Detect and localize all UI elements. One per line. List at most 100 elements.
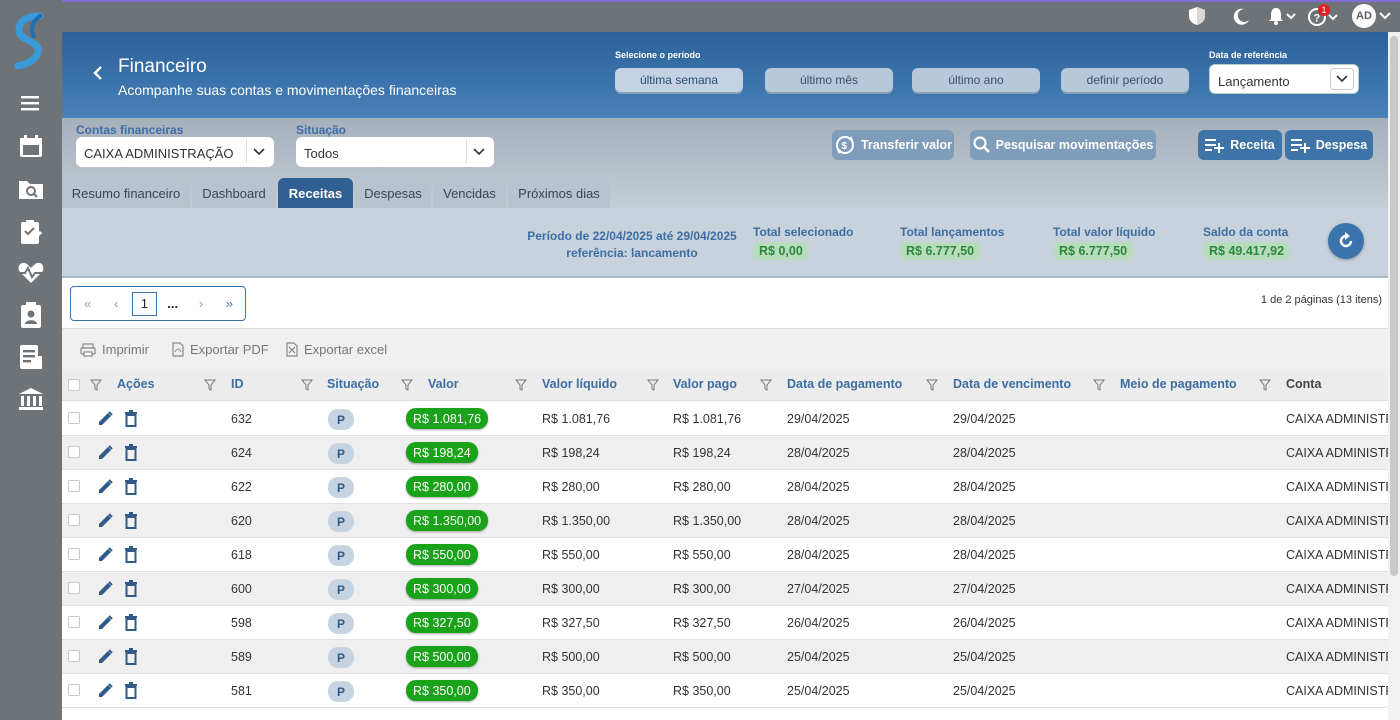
trash-icon[interactable]	[124, 648, 140, 671]
period-last-month-button[interactable]: último mês	[765, 68, 893, 92]
status-select[interactable]: Todos	[296, 137, 494, 167]
chevron-down-icon[interactable]	[246, 140, 270, 163]
edit-icon[interactable]	[96, 478, 114, 501]
column-paid-value[interactable]: Valor pago	[673, 377, 737, 391]
refresh-button[interactable]	[1328, 223, 1364, 259]
filter-icon[interactable]	[400, 378, 414, 396]
filter-icon[interactable]	[89, 378, 103, 396]
clipboard-check-icon[interactable]	[15, 217, 47, 247]
edit-icon[interactable]	[96, 648, 114, 671]
table-row[interactable]: 624 P R$ 198,24 R$ 198,24 R$ 198,24 28/04/202…	[62, 436, 1388, 470]
back-arrow-icon[interactable]	[92, 64, 104, 87]
tab-summary[interactable]: Resumo financeiro	[62, 178, 190, 208]
shield-icon[interactable]	[1186, 4, 1208, 28]
filter-icon[interactable]	[759, 378, 773, 396]
accounts-select[interactable]: CAIXA ADMINISTRAÇÃO	[76, 137, 274, 167]
row-checkbox[interactable]	[68, 514, 80, 526]
filter-icon[interactable]	[300, 378, 314, 396]
search-transactions-button[interactable]: Pesquisar movimentações	[970, 130, 1156, 160]
trash-icon[interactable]	[124, 546, 140, 569]
table-row[interactable]: 589 P R$ 500,00 R$ 500,00 R$ 500,00 25/04/202…	[62, 640, 1388, 674]
row-checkbox[interactable]	[68, 480, 80, 492]
period-custom-button[interactable]: definir período	[1061, 68, 1189, 92]
tab-overdue[interactable]: Vencidas	[433, 178, 506, 208]
tab-income[interactable]: Receitas	[278, 178, 353, 208]
column-payment-date[interactable]: Data de pagamento	[787, 377, 902, 391]
tab-upcoming[interactable]: Próximos dias	[508, 178, 610, 208]
trash-icon[interactable]	[124, 580, 140, 603]
chevron-down-icon[interactable]	[1330, 68, 1354, 90]
filter-icon[interactable]	[203, 378, 217, 396]
transfer-button[interactable]: $ Transferir valor	[832, 130, 954, 160]
folder-search-icon[interactable]	[15, 174, 47, 204]
add-income-button[interactable]: Receita	[1198, 130, 1282, 160]
column-id[interactable]: ID	[231, 377, 244, 391]
edit-icon[interactable]	[96, 614, 114, 637]
row-checkbox[interactable]	[68, 446, 80, 458]
chevron-down-icon[interactable]	[1378, 4, 1392, 28]
report-icon[interactable]	[15, 342, 47, 372]
filter-icon[interactable]	[1258, 378, 1272, 396]
edit-icon[interactable]	[96, 444, 114, 467]
select-all-checkbox[interactable]	[68, 379, 80, 391]
row-checkbox[interactable]	[68, 616, 80, 628]
column-account[interactable]: Conta	[1286, 377, 1321, 391]
column-status[interactable]: Situação	[327, 377, 379, 391]
bell-icon[interactable]	[1266, 4, 1298, 28]
column-payment-method[interactable]: Meio de pagamento	[1120, 377, 1237, 391]
edit-icon[interactable]	[96, 546, 114, 569]
moon-icon[interactable]	[1230, 4, 1252, 28]
bank-icon[interactable]	[15, 384, 47, 414]
trash-icon[interactable]	[124, 614, 140, 637]
edit-icon[interactable]	[96, 580, 114, 603]
reference-date-select[interactable]: Lançamento	[1209, 64, 1359, 94]
table-row[interactable]: 581 P R$ 350,00 R$ 350,00 R$ 350,00 25/04/202…	[62, 674, 1388, 708]
print-button[interactable]: Imprimir	[80, 342, 149, 357]
tab-dashboard[interactable]: Dashboard	[192, 178, 276, 208]
filter-icon[interactable]	[514, 378, 528, 396]
column-actions[interactable]: Ações	[117, 377, 155, 391]
app-logo[interactable]	[10, 12, 50, 70]
heart-pulse-icon[interactable]	[15, 258, 47, 288]
calendar-icon[interactable]	[15, 131, 47, 161]
trash-icon[interactable]	[124, 682, 140, 705]
table-row[interactable]: 632 P R$ 1.081,76 R$ 1.081,76 R$ 1.081,76 29/…	[62, 402, 1388, 436]
page-prev-button[interactable]: ‹	[103, 292, 128, 316]
tab-expenses[interactable]: Despesas	[355, 178, 431, 208]
edit-icon[interactable]	[96, 410, 114, 433]
scrollbar-thumb[interactable]	[1390, 36, 1398, 576]
filter-icon[interactable]	[646, 378, 660, 396]
column-net-value[interactable]: Valor líquido	[542, 377, 617, 391]
export-excel-button[interactable]: Exportar excel	[286, 342, 387, 357]
table-row[interactable]: 620 P R$ 1.350,00 R$ 1.350,00 R$ 1.350,00 28/…	[62, 504, 1388, 538]
period-last-year-button[interactable]: último ano	[912, 68, 1040, 92]
trash-icon[interactable]	[124, 512, 140, 535]
period-last-week-button[interactable]: última semana	[615, 68, 743, 92]
add-expense-button[interactable]: Despesa	[1285, 130, 1373, 160]
row-checkbox[interactable]	[68, 684, 80, 696]
page-last-button[interactable]: »	[217, 292, 242, 316]
page-next-button[interactable]: ›	[188, 292, 213, 316]
column-value[interactable]: Valor	[428, 377, 459, 391]
page-first-button[interactable]: «	[75, 292, 100, 316]
chevron-down-icon[interactable]	[466, 140, 490, 163]
trash-icon[interactable]	[124, 444, 140, 467]
column-due-date[interactable]: Data de vencimento	[953, 377, 1071, 391]
trash-icon[interactable]	[124, 478, 140, 501]
row-checkbox[interactable]	[68, 412, 80, 424]
table-row[interactable]: 622 P R$ 280,00 R$ 280,00 R$ 280,00 28/04/202…	[62, 470, 1388, 504]
trash-icon[interactable]	[124, 410, 140, 433]
row-checkbox[interactable]	[68, 548, 80, 560]
avatar[interactable]: AD	[1352, 4, 1376, 28]
filter-icon[interactable]	[1092, 378, 1106, 396]
page-current[interactable]: 1	[131, 291, 158, 316]
table-row[interactable]: 600 P R$ 300,00 R$ 300,00 R$ 300,00 27/04/202…	[62, 572, 1388, 606]
help-icon[interactable]: ? 1	[1306, 4, 1340, 28]
edit-icon[interactable]	[96, 512, 114, 535]
scrollbar[interactable]	[1388, 32, 1400, 720]
filter-icon[interactable]	[925, 378, 939, 396]
row-checkbox[interactable]	[68, 582, 80, 594]
table-row[interactable]: 598 P R$ 327,50 R$ 327,50 R$ 327,50 26/04/202…	[62, 606, 1388, 640]
row-checkbox[interactable]	[68, 650, 80, 662]
menu-icon[interactable]	[15, 88, 47, 118]
